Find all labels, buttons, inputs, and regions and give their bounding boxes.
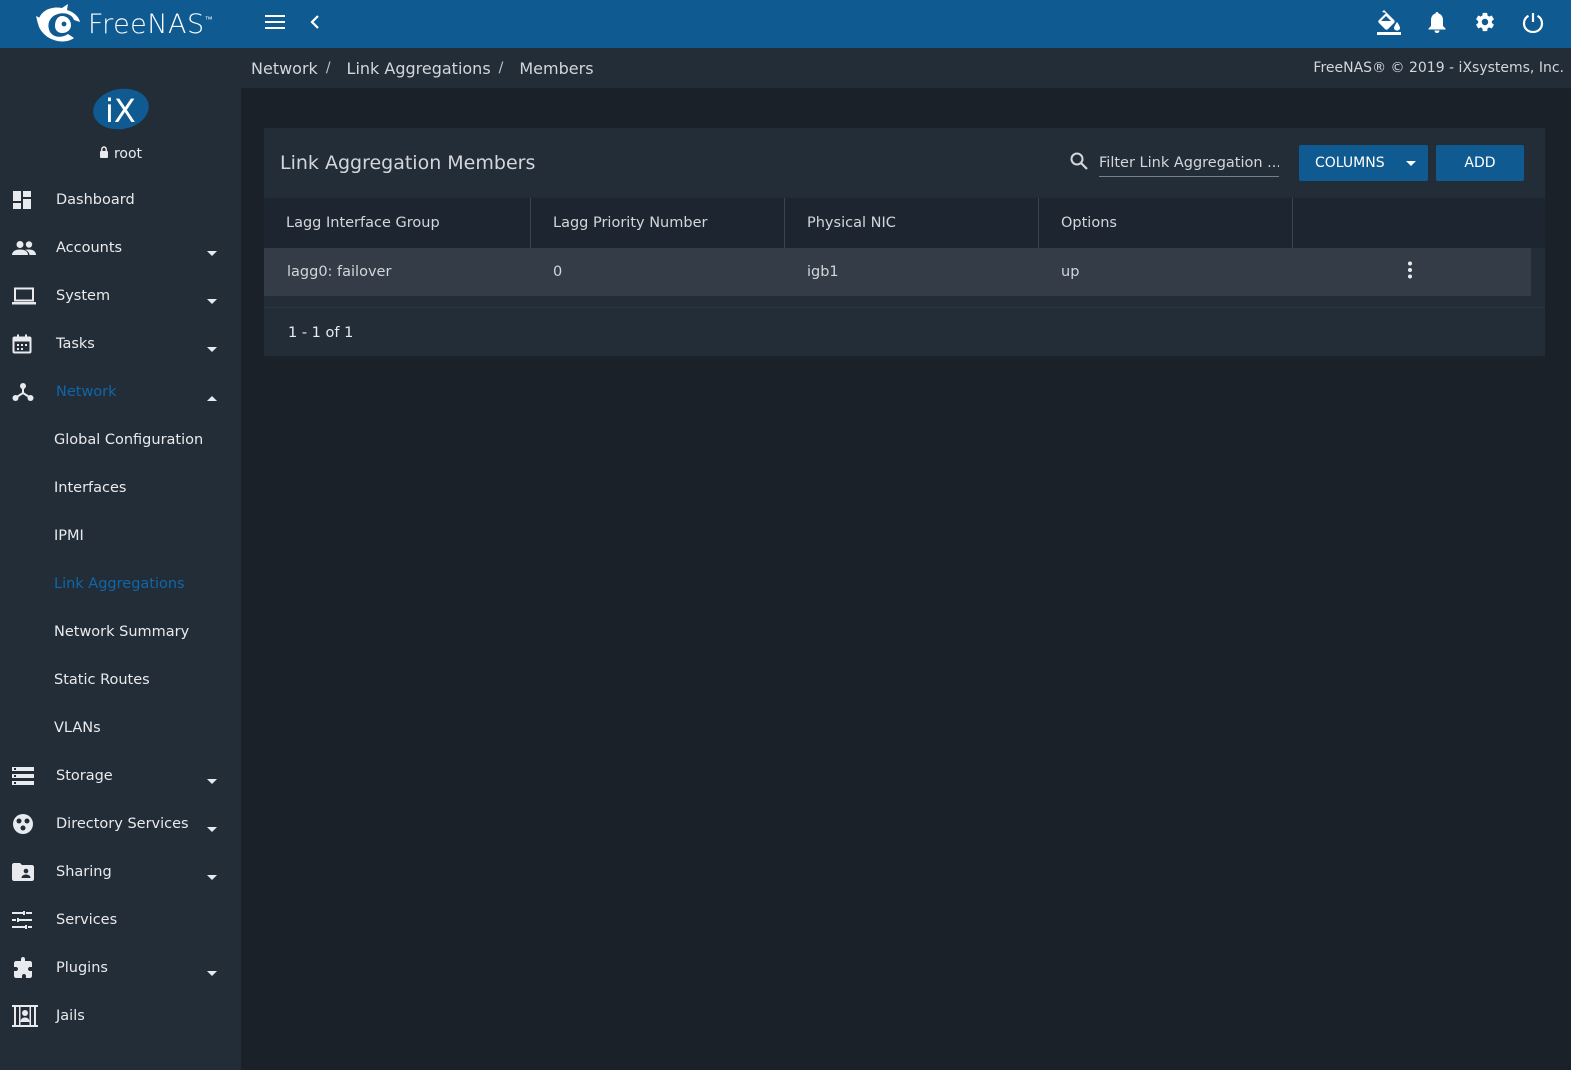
laptop-icon xyxy=(0,287,56,305)
sidebar-subitem-global-configuration[interactable]: Global Configuration xyxy=(0,416,241,464)
network-icon xyxy=(0,382,56,402)
cell-lagg-priority-number: 0 xyxy=(553,264,563,280)
sidebar-item-tasks[interactable]: Tasks xyxy=(0,320,241,368)
filter-input[interactable] xyxy=(1099,149,1279,177)
brand-name: FreeNAS™ xyxy=(88,8,214,40)
ix-logo-icon: iX xyxy=(92,86,150,136)
brand-logo[interactable]: FreeNAS™ xyxy=(0,0,241,48)
notifications-button[interactable] xyxy=(1417,4,1457,44)
more-vert-icon[interactable] xyxy=(1407,261,1413,283)
power-button[interactable] xyxy=(1513,4,1553,44)
chevron-left-icon xyxy=(309,14,321,34)
cell-lagg-interface-group: lagg0: failover xyxy=(287,264,392,280)
profile-section: iX root xyxy=(0,48,241,176)
lock-icon xyxy=(99,146,109,162)
sidebar-subitem-ipmi[interactable]: IPMI xyxy=(0,512,241,560)
power-icon xyxy=(1522,11,1544,37)
caret-down-icon xyxy=(207,245,217,261)
sidebar-item-accounts[interactable]: Accounts xyxy=(0,224,241,272)
add-button[interactable]: ADD xyxy=(1436,145,1524,181)
top-bar: FreeNAS™ xyxy=(0,0,1571,48)
sidebar: iX root Dashboard Accounts System Tasks … xyxy=(0,48,241,1070)
cell-physical-nic: igb1 xyxy=(807,264,839,280)
sidebar-item-label: Jails xyxy=(56,1008,85,1024)
column-header-actions xyxy=(1293,198,1545,248)
table-header: Lagg Interface Group Lagg Priority Numbe… xyxy=(264,198,1545,248)
fish-logo-icon xyxy=(34,2,84,46)
link-aggregation-members-card: Link Aggregation Members COLUMNS ADD Lag… xyxy=(264,128,1545,356)
paint-bucket-icon xyxy=(1376,9,1402,39)
caret-down-icon xyxy=(207,341,217,357)
breadcrumb-members: Members xyxy=(519,58,594,78)
caret-down-icon xyxy=(207,773,217,789)
copyright-text: FreeNAS® © 2019 - iXsystems, Inc. xyxy=(1313,60,1564,76)
puzzle-icon xyxy=(0,957,56,979)
theme-button[interactable] xyxy=(1369,4,1409,44)
menu-toggle-button[interactable] xyxy=(255,4,295,44)
row-actions xyxy=(1292,261,1531,283)
caret-down-icon xyxy=(207,869,217,885)
search-icon xyxy=(1069,151,1089,175)
table-row[interactable]: lagg0: failover 0 igb1 up xyxy=(264,248,1531,296)
folder-shared-icon xyxy=(0,863,56,881)
column-header-physical-nic[interactable]: Physical NIC xyxy=(785,198,1039,248)
cell-options: up xyxy=(1061,264,1080,280)
sidebar-item-storage[interactable]: Storage xyxy=(0,752,241,800)
breadcrumb-separator: / xyxy=(325,60,331,76)
caret-up-icon xyxy=(207,389,217,405)
sidebar-item-directory-services[interactable]: Directory Services xyxy=(0,800,241,848)
sidebar-item-sharing[interactable]: Sharing xyxy=(0,848,241,896)
sidebar-subitem-interfaces[interactable]: Interfaces xyxy=(0,464,241,512)
menu-icon xyxy=(265,14,285,34)
column-header-lagg-interface-group[interactable]: Lagg Interface Group xyxy=(264,198,531,248)
people-icon xyxy=(0,240,56,256)
calendar-icon xyxy=(0,334,56,354)
sidebar-item-label: Dashboard xyxy=(56,192,135,208)
caret-down-icon xyxy=(1406,155,1416,171)
breadcrumb-network[interactable]: Network xyxy=(251,59,318,78)
sidebar-subitem-link-aggregations[interactable]: Link Aggregations xyxy=(0,560,241,608)
breadcrumb-separator: / xyxy=(498,60,504,76)
sidebar-item-network[interactable]: Network xyxy=(0,368,241,416)
sidebar-subitem-network-summary[interactable]: Network Summary xyxy=(0,608,241,656)
collapse-sidebar-button[interactable] xyxy=(295,4,335,44)
breadcrumb-link-aggregations[interactable]: Link Aggregations xyxy=(347,59,491,78)
caret-down-icon xyxy=(207,965,217,981)
filter-wrap xyxy=(1069,149,1279,177)
caret-down-icon xyxy=(207,821,217,837)
bell-icon xyxy=(1427,11,1447,37)
sidebar-item-dashboard[interactable]: Dashboard xyxy=(0,176,241,224)
page-title: Link Aggregation Members xyxy=(280,152,536,174)
profile-username: root xyxy=(113,146,143,162)
caret-down-icon xyxy=(207,293,217,309)
column-header-lagg-priority-number[interactable]: Lagg Priority Number xyxy=(531,198,785,248)
sidebar-subitem-static-routes[interactable]: Static Routes xyxy=(0,656,241,704)
tune-icon xyxy=(0,911,56,929)
breadcrumb: Network / Link Aggregations / Members Fr… xyxy=(241,48,1571,88)
sidebar-item-label: Services xyxy=(56,912,118,928)
column-header-options[interactable]: Options xyxy=(1039,198,1293,248)
sidebar-subitem-vlans[interactable]: VLANs xyxy=(0,704,241,752)
card-header: Link Aggregation Members COLUMNS ADD xyxy=(264,128,1545,198)
directory-icon xyxy=(0,813,56,835)
svg-text:iX: iX xyxy=(105,92,136,130)
columns-button-label: COLUMNS xyxy=(1315,155,1385,171)
paginator: 1 - 1 of 1 xyxy=(264,307,1545,357)
columns-button[interactable]: COLUMNS xyxy=(1299,145,1428,181)
sidebar-item-services[interactable]: Services xyxy=(0,896,241,944)
jail-icon xyxy=(0,1005,56,1027)
sidebar-item-jails[interactable]: Jails xyxy=(0,992,241,1040)
settings-button[interactable] xyxy=(1465,4,1505,44)
storage-icon xyxy=(0,767,56,785)
profile-user[interactable]: root xyxy=(99,146,142,162)
sidebar-item-system[interactable]: System xyxy=(0,272,241,320)
gear-icon xyxy=(1474,11,1496,37)
sidebar-item-plugins[interactable]: Plugins xyxy=(0,944,241,992)
dashboard-icon xyxy=(0,190,56,210)
